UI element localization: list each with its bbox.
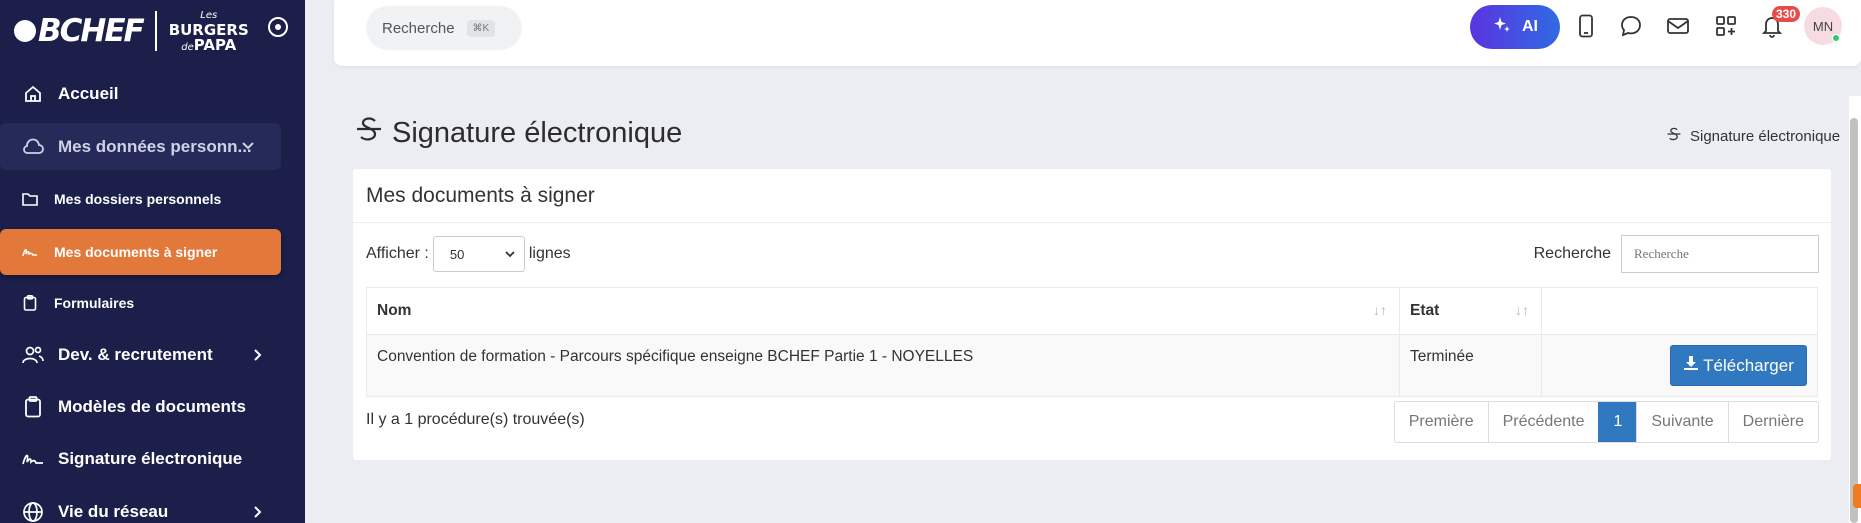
- download-icon: [1683, 355, 1699, 376]
- signature-icon: [22, 244, 38, 260]
- sidebar-item-label: Mes dossiers personnels: [54, 191, 222, 207]
- sidebar: BCHEF Les BURGERS dePAPA Accueil Mes don…: [0, 0, 305, 523]
- feedback-tab[interactable]: [1853, 484, 1861, 508]
- pager-next[interactable]: Suivante: [1636, 402, 1727, 442]
- cloud-icon: [22, 136, 44, 158]
- folder-icon: [22, 191, 38, 207]
- chat-icon[interactable]: [1619, 14, 1643, 38]
- sidebar-item-mes-dossiers[interactable]: Mes dossiers personnels: [0, 177, 290, 221]
- card-title: Mes documents à signer: [353, 169, 1831, 223]
- sidebar-item-mes-documents-a-signer[interactable]: Mes documents à signer: [0, 229, 281, 275]
- sidebar-item-label: Modèles de documents: [58, 397, 246, 416]
- page-length-control: Afficher : 50 lignes: [366, 236, 571, 272]
- logo-burgers-de-papa: Les BURGERS dePAPA: [168, 9, 249, 54]
- sidebar-item-label: Signature électronique: [58, 449, 243, 468]
- sidebar-item-dev-recrutement[interactable]: Dev. & recrutement: [0, 333, 290, 377]
- sidebar-item-label: Formulaires: [54, 295, 135, 311]
- chevron-down-icon: [504, 248, 516, 263]
- chef-hat-icon: [14, 20, 36, 42]
- apps-grid-icon[interactable]: [1714, 14, 1738, 38]
- cell-etat: Terminée: [1399, 334, 1542, 397]
- logo-bchef-text: BCHEF: [38, 13, 145, 49]
- sidebar-item-label: Mes données personn...: [58, 136, 252, 156]
- sort-icon: ↓↑: [1373, 302, 1387, 318]
- sort-icon: ↓↑: [1515, 302, 1529, 318]
- chevron-right-icon: [250, 347, 264, 367]
- sidebar-item-formulaires[interactable]: Formulaires: [0, 281, 290, 325]
- table-header-row: Nom ↓↑ Etat ↓↑: [366, 287, 1818, 335]
- pager-last[interactable]: Dernière: [1727, 402, 1818, 442]
- page-title: Signature électronique: [354, 114, 682, 152]
- pagination: Première Précédente 1 Suivante Dernière: [1393, 401, 1819, 443]
- cell-actions: Télécharger: [1541, 334, 1818, 397]
- signature-strike-icon: [354, 114, 384, 152]
- sparkles-icon: [1492, 15, 1512, 40]
- shortcut-hint: ⌘K: [466, 19, 496, 37]
- mail-icon[interactable]: [1666, 14, 1690, 38]
- sidebar-item-label: Vie du réseau: [58, 502, 169, 521]
- table-search-input[interactable]: [1621, 235, 1819, 273]
- users-icon: [22, 344, 44, 366]
- scrollbar[interactable]: [1849, 96, 1861, 523]
- home-icon: [22, 83, 44, 105]
- column-header-nom[interactable]: Nom ↓↑: [366, 287, 1400, 335]
- pager-previous[interactable]: Précédente: [1487, 402, 1599, 442]
- cell-nom: Convention de formation - Parcours spéci…: [366, 334, 1400, 397]
- ai-button[interactable]: AI: [1470, 5, 1560, 49]
- pager-current-page[interactable]: 1: [1598, 402, 1637, 442]
- documents-card: Mes documents à signer Afficher : 50 lig…: [353, 169, 1831, 460]
- column-header-actions: [1541, 287, 1818, 335]
- brand-logo[interactable]: BCHEF Les BURGERS dePAPA: [14, 6, 294, 56]
- sidebar-item-signature-electronique[interactable]: Signature électronique: [0, 437, 290, 481]
- online-status-dot: [1832, 34, 1840, 42]
- mobile-icon[interactable]: [1574, 14, 1598, 38]
- sidebar-item-label: Accueil: [58, 84, 119, 103]
- chevron-right-icon: [250, 504, 264, 523]
- globe-icon: [22, 501, 44, 523]
- page-length-select[interactable]: 50: [432, 236, 525, 272]
- sidebar-item-label: Mes documents à signer: [54, 244, 218, 260]
- breadcrumb[interactable]: Signature électronique: [1666, 126, 1861, 146]
- table-search: Recherche: [1534, 235, 1819, 273]
- results-count: Il y a 1 procédure(s) trouvée(s): [366, 411, 585, 428]
- sidebar-toggle-icon[interactable]: [268, 17, 288, 37]
- notification-count-badge: 330: [1772, 6, 1801, 22]
- documents-table: Nom ↓↑ Etat ↓↑ Convention de formation -…: [366, 287, 1818, 397]
- signature-strike-icon: [1666, 126, 1682, 146]
- pager-first[interactable]: Première: [1395, 402, 1488, 442]
- chevron-down-icon: [241, 137, 255, 157]
- topbar: Recherche ⌘K AI 330 MN: [334, 0, 1861, 66]
- main-content: Signature électronique Signature électro…: [334, 96, 1861, 523]
- logo-divider: [154, 11, 157, 51]
- global-search-button[interactable]: Recherche ⌘K: [366, 6, 522, 50]
- table-row: Convention de formation - Parcours spéci…: [366, 334, 1818, 397]
- download-button[interactable]: Télécharger: [1670, 345, 1807, 386]
- signature-icon: [22, 448, 44, 470]
- sidebar-item-vie-du-reseau[interactable]: Vie du réseau: [0, 490, 290, 523]
- sidebar-item-accueil[interactable]: Accueil: [0, 72, 290, 116]
- scrollbar-thumb[interactable]: [1850, 118, 1858, 523]
- clipboard-icon: [22, 295, 38, 311]
- sidebar-item-mes-donnees[interactable]: Mes données personn...: [0, 123, 281, 170]
- column-header-etat[interactable]: Etat ↓↑: [1399, 287, 1542, 335]
- sidebar-item-modeles-documents[interactable]: Modèles de documents: [0, 385, 290, 429]
- sidebar-item-label: Dev. & recrutement: [58, 345, 213, 364]
- clipboard-icon: [22, 396, 44, 418]
